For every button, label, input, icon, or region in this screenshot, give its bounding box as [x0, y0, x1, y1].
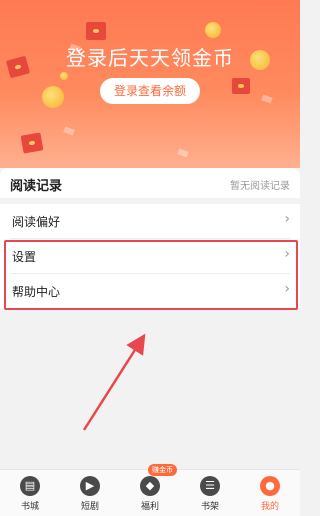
highlight-box — [4, 240, 298, 310]
reading-history-section[interactable]: 阅读记录 暂无阅读记录 — [0, 168, 300, 198]
red-envelope-icon — [232, 78, 250, 94]
tab-label: 书城 — [20, 502, 39, 512]
earn-coins-badge: 赚金币 — [148, 464, 177, 476]
tab-label: 福利 — [140, 502, 159, 512]
coin-icon — [205, 22, 221, 38]
bookstore-icon: ▤ — [20, 476, 40, 496]
tab-short-drama[interactable]: ▶ 短剧 — [60, 470, 120, 516]
reading-history-title: 阅读记录 — [10, 179, 63, 194]
decor-ticket — [63, 126, 75, 136]
decor-ticket — [177, 148, 189, 158]
reading-history-empty: 暂无阅读记录 — [230, 181, 290, 192]
menu-item-label: 阅读偏好 — [12, 215, 61, 229]
gift-icon: ◆ — [140, 476, 160, 496]
bookshelf-icon: ☰ — [200, 476, 220, 496]
menu-item-reading-preference[interactable]: 阅读偏好 › — [0, 204, 300, 238]
tab-mine[interactable]: ● 我的 — [240, 470, 300, 516]
tab-label: 书架 — [200, 502, 219, 512]
red-envelope-icon — [20, 132, 44, 154]
login-view-balance-button[interactable]: 登录查看余额 — [100, 78, 200, 104]
login-banner[interactable]: 登录后天天领金币 登录查看余额 — [0, 0, 300, 168]
profile-icon: ● — [260, 476, 280, 496]
coin-icon — [60, 72, 68, 80]
coin-icon — [42, 86, 64, 108]
chevron-right-icon: › — [284, 211, 290, 227]
tab-bookshelf[interactable]: ☰ 书架 — [180, 470, 240, 516]
tab-bookstore[interactable]: ▤ 书城 — [0, 470, 60, 516]
play-icon: ▶ — [80, 476, 100, 496]
decor-ticket — [261, 94, 273, 104]
bottom-tab-bar: ▤ 书城 ▶ 短剧 ◆ 赚金币 福利 ☰ 书架 ● 我的 — [0, 464, 300, 516]
banner-title: 登录后天天领金币 — [66, 46, 234, 70]
tab-welfare[interactable]: ◆ 赚金币 福利 — [120, 464, 180, 516]
tab-label: 短剧 — [80, 502, 99, 512]
red-envelope-icon — [86, 22, 106, 40]
tab-label: 我的 — [260, 502, 279, 512]
